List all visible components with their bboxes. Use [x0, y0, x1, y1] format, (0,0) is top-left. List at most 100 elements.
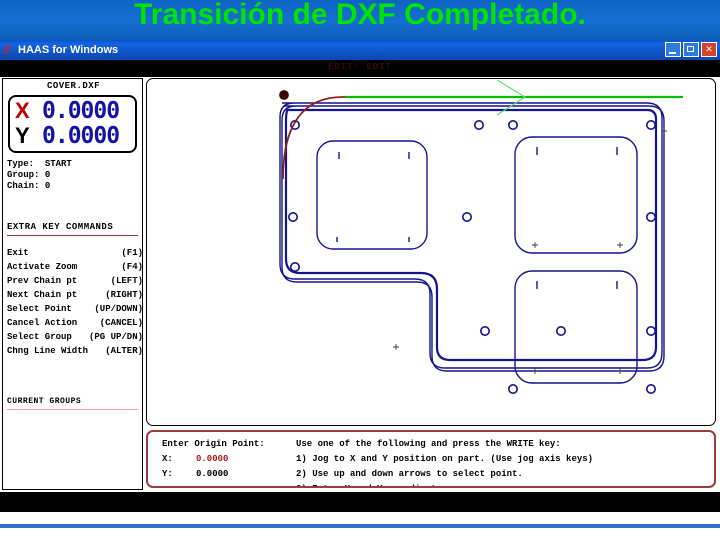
window-title: HAAS for Windows [18, 44, 119, 56]
pocket-right [514, 136, 638, 254]
origin-step: 2) Use up and down arrows to select poin… [296, 469, 523, 479]
haas-control-screen: EDIT: EDIT COVER.DXF X Y 0.0000 0.0000 T… [0, 60, 720, 512]
meta-value-type: START [44, 159, 72, 169]
current-groups-divider [7, 409, 138, 410]
origin-y-label: Y: [162, 469, 173, 479]
cross-mark [617, 242, 623, 248]
cross-mark [532, 242, 538, 248]
hole-marker [507, 383, 518, 394]
maximize-button[interactable] [683, 42, 699, 57]
command-row[interactable]: Prev Chain pt (LEFT) [7, 274, 143, 288]
left-info-panel: COVER.DXF X Y 0.0000 0.0000 Type: START … [2, 78, 143, 490]
close-button[interactable]: ✕ [701, 42, 717, 57]
command-key: (F1) [121, 248, 143, 258]
dxf-drawing [279, 79, 683, 394]
origin-prompt-panel: Enter Origin Point: X: 0.0000 Y: 0.0000 … [146, 430, 716, 488]
cross-marks [393, 128, 667, 374]
hole-marker [645, 383, 656, 394]
meta-row-group: Group: 0 [7, 170, 141, 181]
outline-outer [281, 105, 665, 372]
pocket-lower-right-rect [514, 270, 638, 384]
command-key: (CANCEL) [99, 318, 143, 328]
command-row[interactable]: Activate Zoom (F4) [7, 260, 143, 274]
mode-status-bar-top: EDIT: EDIT [0, 60, 720, 77]
meta-value-group: 0 [44, 170, 51, 180]
origin-step: 3) Enter X and Y coordinates. [296, 482, 714, 486]
extra-key-commands-list: Exit (F1) Activate Zoom (F4) Prev Chain pt… [7, 246, 143, 358]
page-title: Transición de DXF Completado. [134, 0, 586, 31]
minimize-icon [669, 52, 676, 54]
cross-mark [617, 368, 623, 374]
hole-marker [507, 119, 518, 130]
outline-inner [284, 108, 658, 362]
hole-markers [288, 119, 656, 394]
origin-step: 1) Jog to X and Y position on part. (Use… [296, 454, 594, 464]
position-readout: X Y 0.0000 0.0000 [8, 95, 137, 153]
command-row[interactable]: Chng Line Width (ALTER) [7, 344, 143, 358]
command-row[interactable]: Next Chain pt (RIGHT) [7, 288, 143, 302]
hole-marker [290, 262, 301, 273]
command-action: Cancel Action [7, 318, 78, 328]
command-row[interactable]: Select Point (UP/DOWN) [7, 302, 143, 316]
cross-mark [532, 368, 538, 374]
extra-key-commands-title: EXTRA KEY COMMANDS [7, 222, 114, 232]
meta-label-chain: Chain: [7, 181, 40, 191]
command-key: (UP/DOWN) [94, 304, 143, 314]
haas-logo-icon: // [3, 43, 10, 57]
meta-label-type: Type: [7, 159, 35, 169]
mode-label: EDIT: EDIT [327, 62, 392, 72]
origin-y-value: 0.0000 [196, 469, 229, 479]
close-icon: ✕ [705, 44, 713, 54]
x-axis-label: X [15, 98, 30, 123]
origin-instructions-column: Use one of the following and press the W… [296, 437, 714, 486]
origin-x-row[interactable]: X: 0.0000 [162, 452, 312, 467]
command-key: (ALTER) [105, 346, 143, 356]
command-row[interactable]: Cancel Action (CANCEL) [7, 316, 143, 330]
y-axis-label: Y [15, 123, 30, 148]
command-key: (PG UP/DN) [88, 332, 143, 342]
hole-marker [645, 212, 656, 223]
hole-marker [288, 212, 299, 223]
command-action: Prev Chain pt [7, 276, 78, 286]
dxf-graphics-panel[interactable] [146, 78, 716, 426]
slide-accent-line [0, 524, 720, 528]
hole-marker [645, 326, 656, 337]
command-action: Select Group [7, 332, 72, 342]
outline-middle [279, 102, 663, 369]
current-groups-title: CURRENT GROUPS [7, 397, 82, 406]
slide-canvas: Transición de DXF Completado. // HAAS fo… [0, 0, 720, 540]
meta-label-group: Group: [7, 170, 40, 180]
mode-status-bar-bottom [0, 492, 720, 512]
meta-row-type: Type: START [7, 159, 141, 170]
window-controls: ✕ [665, 42, 717, 57]
dxf-file-name: COVER.DXF [46, 81, 101, 91]
origin-prompt-title: Enter Origin Point: [162, 439, 265, 449]
command-key: (F4) [121, 262, 143, 272]
pocket-left-rect [316, 140, 428, 250]
hole-marker [473, 119, 484, 130]
meta-row-chain: Chain: 0 [7, 181, 141, 192]
command-action: Exit [7, 248, 29, 258]
pocket-right-rect [514, 136, 638, 254]
origin-y-row[interactable]: Y: 0.0000 [162, 467, 312, 482]
origin-x-label: X: [162, 454, 173, 464]
origin-input-column: Enter Origin Point: X: 0.0000 Y: 0.0000 [162, 437, 312, 482]
minimize-button[interactable] [665, 42, 681, 57]
command-action: Activate Zoom [7, 262, 78, 272]
pocket-left [316, 140, 428, 250]
y-position-value: 0.0000 [42, 123, 120, 149]
hole-marker [555, 326, 566, 337]
window-titlebar[interactable]: // HAAS for Windows ✕ [0, 40, 720, 60]
origin-instruction: Use one of the following and press the W… [296, 439, 561, 449]
entity-meta-block: Type: START Group: 0 Chain: 0 [7, 159, 141, 192]
command-row[interactable]: Exit (F1) [7, 246, 143, 260]
command-row[interactable]: Select Group (PG UP/DN) [7, 330, 143, 344]
x-position-value: 0.0000 [42, 98, 120, 124]
command-action: Chng Line Width [7, 346, 89, 356]
maximize-icon [687, 46, 694, 52]
command-action: Select Point [7, 304, 72, 314]
command-key: (RIGHT) [105, 290, 143, 300]
hole-marker [461, 212, 472, 223]
extra-key-commands-divider [7, 235, 138, 236]
origin-x-value: 0.0000 [196, 454, 229, 464]
